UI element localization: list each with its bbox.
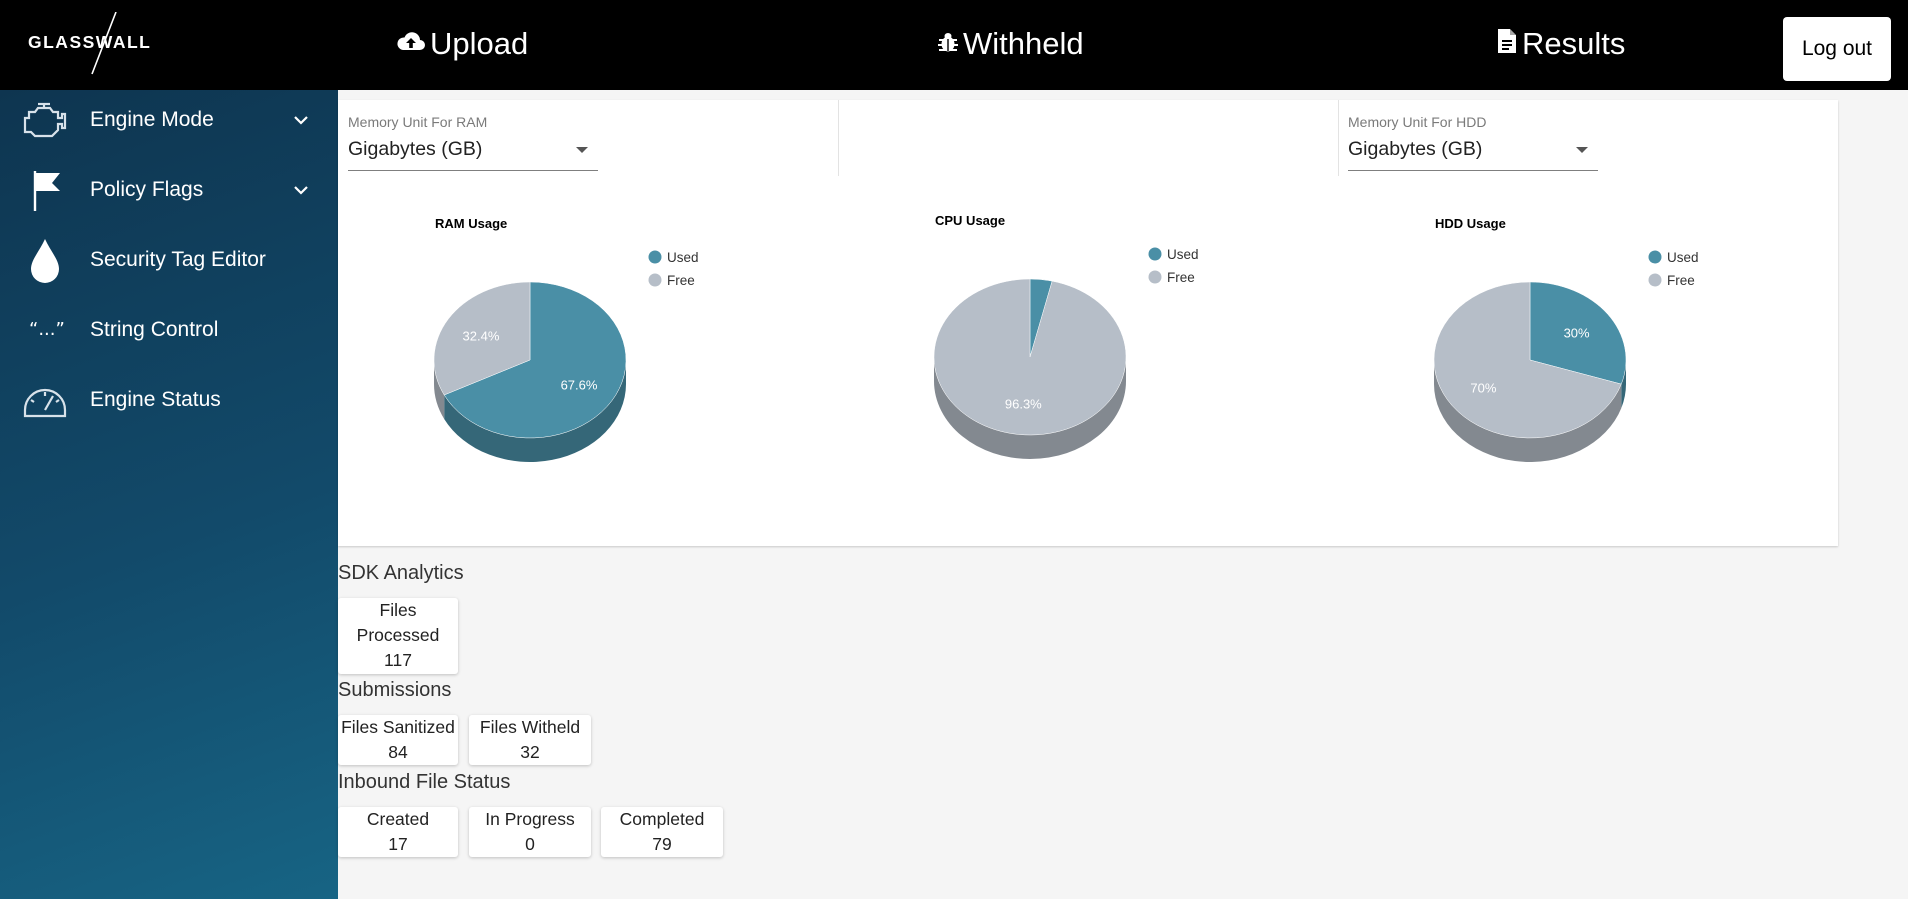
pie-data-label: 96.3% (1005, 396, 1042, 411)
cpu-column: CPU Usage Used Free 96.3% (838, 100, 1338, 546)
legend-marker-used (1148, 247, 1162, 261)
logo-text: GLASSWALL (28, 32, 152, 52)
stat-label: Created (366, 809, 430, 829)
chevron-down-icon (294, 186, 308, 195)
stat-value: 32 (520, 742, 540, 762)
pie-slice-free (933, 278, 1127, 436)
submissions-heading: Submissions (338, 679, 452, 701)
sidebar-item-label: Engine Status (90, 388, 221, 411)
sidebar-item-policy-flags[interactable]: Policy Flags (0, 160, 338, 220)
gauge-icon (20, 375, 70, 425)
nav-withheld[interactable]: Withheld (937, 22, 1084, 66)
svg-text:“...”: “...” (29, 319, 65, 340)
stat-label: Files Processed (356, 600, 440, 645)
nav-withheld-label: Withheld (963, 26, 1084, 61)
stat-label: Files Witheld (479, 717, 581, 737)
ram-usage-pie-chart: RAM Usage Used Free 67.6% 32.4% (433, 216, 699, 462)
sidebar-item-string-control[interactable]: “...” String Control (0, 300, 338, 360)
nav-upload[interactable]: Upload (396, 22, 528, 66)
stat-value: 117 (384, 650, 412, 670)
sidebar-item-engine-mode[interactable]: Engine Mode (0, 90, 338, 150)
hdd-column: Memory Unit For HDD Gigabytes (GB) HDD U… (1338, 100, 1838, 546)
legend-marker-used (1648, 250, 1662, 264)
chart-title: CPU Usage (935, 213, 1005, 228)
bug-icon (937, 26, 963, 62)
main-content: Memory Unit For RAM Gigabytes (GB) RAM U… (338, 90, 1908, 899)
droplet-icon (20, 235, 70, 285)
quote-icon: “...” (20, 305, 70, 355)
sidebar-item-label: Security Tag Editor (90, 248, 266, 271)
legend-label-free: Free (1667, 273, 1695, 288)
sidebar: Engine Mode Policy Flags Security Tag Ed… (0, 90, 338, 899)
nav-results[interactable]: Results (1496, 22, 1625, 66)
files-processed-card: Files Processed 117 (338, 598, 458, 674)
legend-marker-used (648, 250, 662, 264)
chart-title: RAM Usage (435, 216, 507, 231)
legend-label-used: Used (1667, 250, 1699, 265)
usage-card: Memory Unit For RAM Gigabytes (GB) RAM U… (338, 100, 1838, 546)
in-progress-card: In Progress 0 (469, 807, 591, 857)
cloud-upload-icon (396, 26, 430, 62)
legend-label-free: Free (1167, 270, 1195, 285)
legend-marker-free (648, 273, 662, 287)
pie-data-label: 70% (1470, 381, 1496, 396)
hdd-usage-pie-chart: HDD Usage Used Free 30% 70% (1433, 216, 1699, 462)
files-witheld-card: Files Witheld 32 (469, 715, 591, 765)
stat-label: In Progress (485, 809, 575, 829)
stat-label: Files Sanitized (341, 717, 455, 737)
legend-marker-free (1148, 270, 1162, 284)
legend-label-used: Used (1167, 247, 1199, 262)
chart-title: HDD Usage (1435, 216, 1506, 231)
pie-data-label: 30% (1564, 325, 1590, 340)
legend-label-used: Used (667, 250, 699, 265)
logout-button[interactable]: Log out (1783, 17, 1891, 81)
sidebar-item-label: Policy Flags (90, 178, 204, 201)
nav-results-label: Results (1522, 26, 1626, 61)
sidebar-item-label: String Control (90, 318, 219, 341)
sidebar-item-security-tag-editor[interactable]: Security Tag Editor (0, 230, 338, 290)
stat-value: 17 (388, 834, 408, 854)
legend-marker-free (1648, 273, 1662, 287)
top-navigation-bar: GLASSWALL Upload Withheld Results Log ou… (0, 0, 1908, 90)
ram-column: Memory Unit For RAM Gigabytes (GB) RAM U… (338, 100, 838, 546)
glasswall-logo[interactable]: GLASSWALL (28, 12, 158, 78)
nav-upload-label: Upload (430, 26, 529, 61)
stat-value: 0 (525, 834, 535, 854)
sidebar-item-label: Engine Mode (90, 108, 214, 131)
sdk-analytics-heading: SDK Analytics (338, 562, 464, 584)
stat-label: Completed (619, 809, 705, 829)
pie-data-label: 32.4% (463, 328, 500, 343)
file-text-icon (1496, 26, 1522, 62)
stat-value: 79 (652, 834, 672, 854)
sidebar-item-engine-status[interactable]: Engine Status (0, 370, 338, 430)
legend-label-free: Free (667, 273, 695, 288)
files-sanitized-card: Files Sanitized 84 (338, 715, 458, 765)
stat-value: 84 (388, 742, 408, 762)
flag-icon (20, 165, 70, 215)
pie-data-label: 67.6% (561, 378, 598, 393)
chevron-down-icon (294, 116, 308, 125)
engine-icon (20, 95, 70, 145)
cpu-usage-pie-chart: CPU Usage Used Free 96.3% (933, 213, 1199, 459)
inbound-file-status-heading: Inbound File Status (338, 771, 511, 793)
created-card: Created 17 (338, 807, 458, 857)
completed-card: Completed 79 (601, 807, 723, 857)
